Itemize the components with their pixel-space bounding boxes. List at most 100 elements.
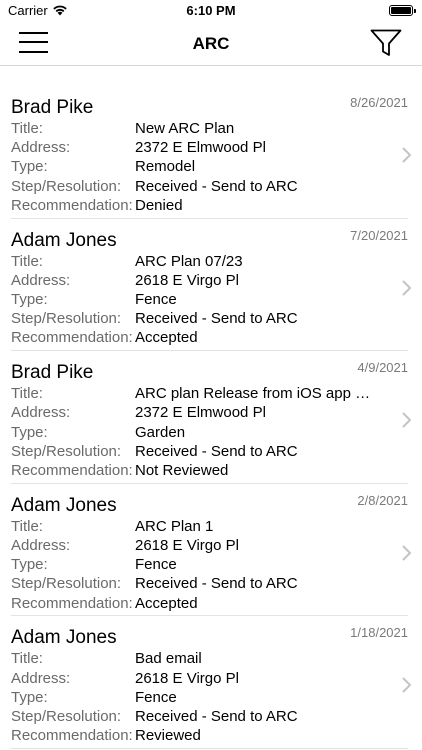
step-label: Step/Resolution: xyxy=(11,177,122,195)
step-value: Received - Send to ARC xyxy=(135,177,298,195)
chevron-right-icon[interactable] xyxy=(402,412,412,428)
list-item[interactable]: Adam Jones 1/18/2021 Title: Bad email Addres… xyxy=(11,616,411,749)
recommendation-label: Recommendation: xyxy=(11,329,133,347)
type-value: Fence xyxy=(135,290,177,308)
recommendation-row: Recommendation: Not Reviewed xyxy=(11,462,371,481)
type-row: Type: Garden xyxy=(11,424,371,443)
recommendation-value: Not Reviewed xyxy=(135,461,229,479)
recommendation-value: Reviewed xyxy=(135,727,201,745)
type-value: Remodel xyxy=(135,158,196,176)
recommendation-label: Recommendation: xyxy=(11,196,133,214)
chevron-right-icon[interactable] xyxy=(402,677,412,693)
step-row: Step/Resolution: Received - Send to ARC xyxy=(11,708,298,727)
title-row: Title: ARC Plan 07/23 xyxy=(11,253,298,272)
submitter-name: Adam Jones xyxy=(11,627,117,649)
step-value: Received - Send to ARC xyxy=(135,707,298,725)
type-row: Type: Remodel xyxy=(11,158,298,177)
submitter-name: Adam Jones xyxy=(11,494,117,516)
type-label: Type: xyxy=(11,556,48,574)
recommendation-row: Recommendation: Denied xyxy=(11,197,298,216)
address-label: Address: xyxy=(11,139,71,157)
recommendation-row: Recommendation: Accepted xyxy=(11,329,298,348)
title-label: Title: xyxy=(11,252,43,270)
address-label: Address: xyxy=(11,271,71,289)
title-label: Title: xyxy=(11,650,43,668)
address-label: Address: xyxy=(11,669,71,687)
title-label: Title: xyxy=(11,385,43,403)
step-label: Step/Resolution: xyxy=(11,310,122,328)
address-value: 2372 E Elmwood Pl xyxy=(135,404,266,422)
submission-date: 8/26/2021 xyxy=(350,95,408,110)
step-value: Received - Send to ARC xyxy=(135,442,298,460)
recommendation-value: Accepted xyxy=(135,329,198,347)
address-row: Address: 2618 E Virgo Pl xyxy=(11,537,298,556)
recommendation-value: Denied xyxy=(135,196,183,214)
submission-date: 4/9/2021 xyxy=(357,360,408,376)
submission-date: 2/8/2021 xyxy=(357,492,408,508)
type-label: Type: xyxy=(11,158,48,176)
address-label: Address: xyxy=(11,536,71,554)
title-value: Bad email xyxy=(135,650,202,668)
list-item[interactable]: Brad Pike 4/9/2021 Title: ARC plan Release … xyxy=(11,351,411,484)
chevron-right-icon[interactable] xyxy=(402,545,412,561)
type-row: Type: Fence xyxy=(11,556,298,575)
type-row: Type: Fence xyxy=(11,689,298,708)
chevron-right-icon[interactable] xyxy=(402,147,412,163)
title-value: ARC Plan 07/23 xyxy=(135,252,243,270)
submitter-name: Brad Pike xyxy=(11,362,94,384)
list-item[interactable]: Brad Pike 8/26/2021 Title: New ARC Plan Addr… xyxy=(11,86,411,219)
title-row: Title: ARC Plan 1 xyxy=(11,518,298,537)
address-row: Address: 2372 E Elmwood Pl xyxy=(11,139,298,158)
list-item[interactable]: Adam Jones 2/8/2021 Title: ARC Plan 1 Addres… xyxy=(11,484,411,617)
recommendation-row: Recommendation: Reviewed xyxy=(11,727,298,746)
filter-icon[interactable] xyxy=(370,28,402,58)
submission-date: 7/20/2021 xyxy=(350,227,408,243)
step-row: Step/Resolution: Received - Send to ARC xyxy=(11,178,298,197)
type-label: Type: xyxy=(11,423,48,441)
step-row: Step/Resolution: Received - Send to ARC xyxy=(11,310,298,329)
list-item[interactable]: Adam Jones 7/20/2021 Title: ARC Plan 07/23 A… xyxy=(11,219,411,352)
address-row: Address: 2618 E Virgo Pl xyxy=(11,272,298,291)
type-label: Type: xyxy=(11,290,48,308)
step-value: Received - Send to ARC xyxy=(135,310,298,328)
title-value: New ARC Plan xyxy=(135,120,235,137)
title-value: ARC plan Release from iOS app C... xyxy=(135,385,371,403)
status-bar: Carrier 6:10 PM xyxy=(0,0,422,22)
step-row: Step/Resolution: Received - Send to ARC xyxy=(11,575,298,594)
submission-date: 1/18/2021 xyxy=(350,625,408,641)
title-row: Title: New ARC Plan xyxy=(11,120,298,139)
arc-list: Brad Pike 8/26/2021 Title: New ARC Plan Addr… xyxy=(0,86,422,749)
type-value: Fence xyxy=(135,556,177,574)
submitter-name: Adam Jones xyxy=(11,229,117,251)
step-label: Step/Resolution: xyxy=(11,707,122,725)
title-label: Title: xyxy=(11,517,43,535)
address-value: 2372 E Elmwood Pl xyxy=(135,139,266,157)
step-label: Step/Resolution: xyxy=(11,575,122,593)
title-row: Title: ARC plan Release from iOS app C... xyxy=(11,385,371,404)
type-value: Garden xyxy=(135,423,186,441)
recommendation-row: Recommendation: Accepted xyxy=(11,595,298,614)
recommendation-label: Recommendation: xyxy=(11,594,133,612)
step-row: Step/Resolution: Received - Send to ARC xyxy=(11,443,371,462)
type-value: Fence xyxy=(135,688,177,706)
address-label: Address: xyxy=(11,404,71,422)
battery-icon xyxy=(389,5,416,16)
navigation-bar: ARC xyxy=(0,22,422,66)
address-row: Address: 2618 E Virgo Pl xyxy=(11,670,298,689)
address-value: 2618 E Virgo Pl xyxy=(135,536,239,554)
recommendation-label: Recommendation: xyxy=(11,727,133,745)
chevron-right-icon[interactable] xyxy=(402,280,412,296)
title-label: Title: xyxy=(11,120,43,137)
address-value: 2618 E Virgo Pl xyxy=(135,271,239,289)
page-title: ARC xyxy=(192,34,230,53)
recommendation-value: Accepted xyxy=(135,594,198,612)
type-row: Type: Fence xyxy=(11,291,298,310)
title-value: ARC Plan 1 xyxy=(135,517,214,535)
step-label: Step/Resolution: xyxy=(11,442,122,460)
address-value: 2618 E Virgo Pl xyxy=(135,669,239,687)
recommendation-label: Recommendation: xyxy=(11,461,133,479)
title-row: Title: Bad email xyxy=(11,650,298,669)
address-row: Address: 2372 E Elmwood Pl xyxy=(11,404,371,423)
type-label: Type: xyxy=(11,688,48,706)
clock-time: 6:10 PM xyxy=(186,3,236,18)
